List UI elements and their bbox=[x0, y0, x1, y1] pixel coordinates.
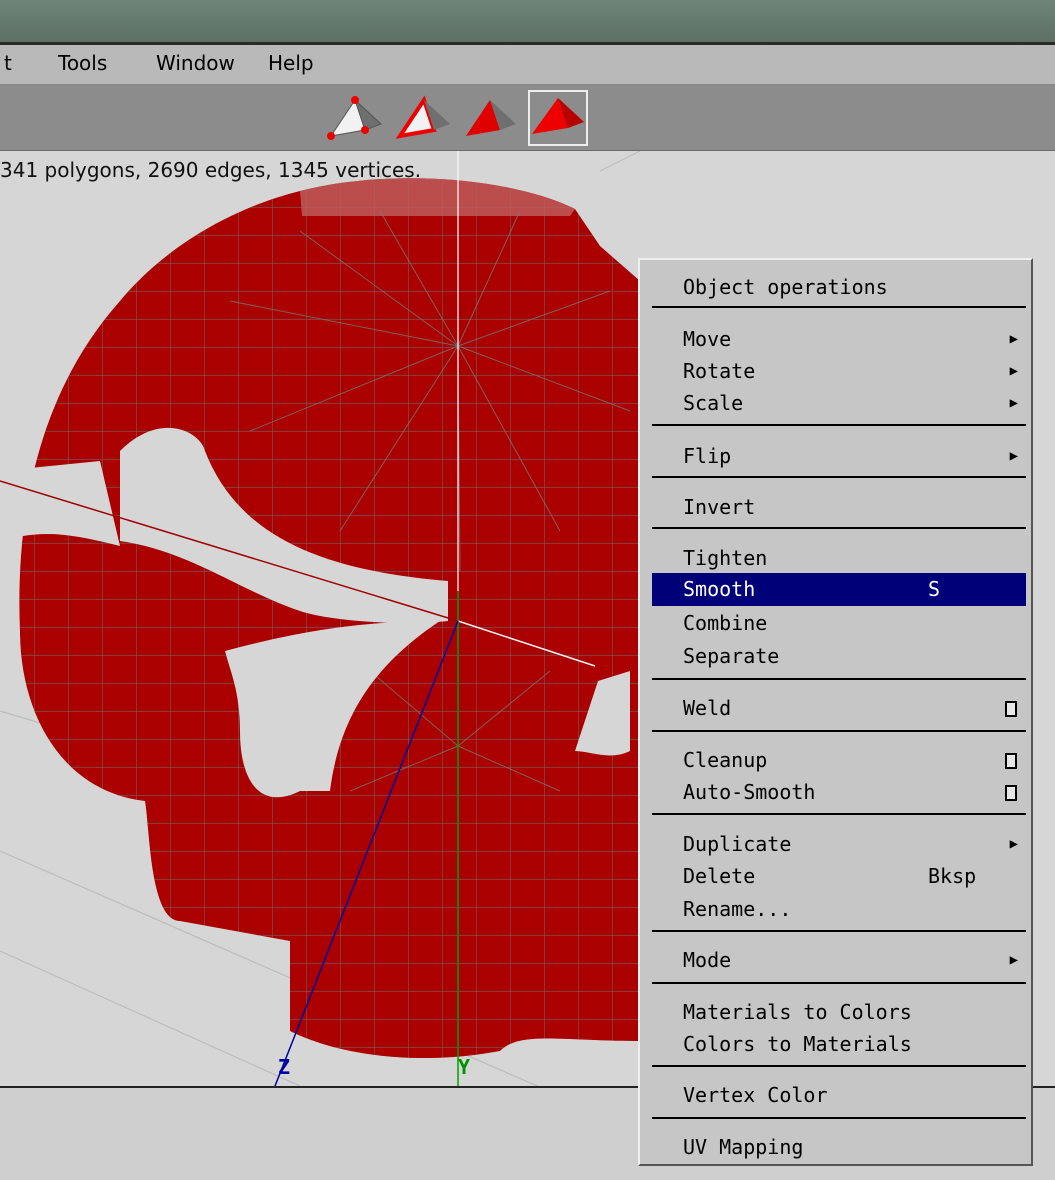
menu-item-smooth[interactable]: Smooth S bbox=[652, 573, 1026, 606]
outline-button[interactable] bbox=[395, 90, 456, 146]
option-box-icon[interactable] bbox=[1005, 785, 1017, 801]
mesh-statistics: 341 polygons, 2690 edges, 1345 vertices. bbox=[0, 158, 422, 182]
menu-separator bbox=[652, 476, 1026, 478]
smooth-shaded-icon bbox=[532, 98, 584, 134]
menu-item-label: Rename... bbox=[683, 897, 792, 921]
menu-item-label: Rotate bbox=[683, 359, 756, 383]
menu-tools[interactable]: Tools bbox=[58, 51, 107, 75]
menu-item-scale[interactable]: Scale ▶ bbox=[652, 388, 1026, 418]
menu-item-rename[interactable]: Rename... bbox=[652, 894, 1026, 924]
menu-bar: t Tools Window Help bbox=[0, 45, 1055, 86]
menu-item-invert[interactable]: Invert bbox=[652, 492, 1026, 522]
menu-item-label: Mode bbox=[683, 948, 732, 972]
menu-item-cleanup[interactable]: Cleanup bbox=[652, 745, 1026, 775]
menu-item-label: Scale bbox=[683, 391, 744, 415]
menu-item-label: Invert bbox=[683, 495, 756, 519]
menu-separator bbox=[652, 527, 1026, 529]
menu-item-colors-to-materials[interactable]: Colors to Materials bbox=[652, 1029, 1026, 1059]
menu-item-delete[interactable]: Delete Bksp bbox=[652, 861, 1026, 891]
wireframe-button[interactable] bbox=[325, 90, 385, 146]
menu-item-label: Colors to Materials bbox=[683, 1032, 912, 1056]
menu-help[interactable]: Help bbox=[268, 51, 314, 75]
menu-item-move[interactable]: Move ▶ bbox=[652, 324, 1026, 354]
toolbar bbox=[0, 86, 1055, 151]
menu-separator bbox=[652, 982, 1026, 984]
submenu-arrow-icon: ▶ bbox=[1009, 448, 1018, 464]
menu-item-label: Tighten bbox=[683, 546, 768, 570]
menu-item-label: Auto-Smooth bbox=[683, 780, 816, 804]
wireframe-icon bbox=[327, 96, 382, 140]
menu-item-label: Flip bbox=[683, 444, 732, 468]
menu-item-tighten[interactable]: Tighten bbox=[652, 543, 1026, 573]
menu-item-label: UV Mapping bbox=[683, 1135, 804, 1159]
z-axis-label: Z bbox=[278, 1055, 291, 1079]
menu-item-rotate[interactable]: Rotate ▶ bbox=[652, 356, 1026, 386]
object-operations-menu: Object operations Move ▶ Rotate ▶ Scale … bbox=[638, 258, 1033, 1166]
menu-separator bbox=[652, 306, 1026, 308]
submenu-arrow-icon: ▶ bbox=[1009, 952, 1018, 968]
menu-separator bbox=[652, 930, 1026, 932]
flat-shaded-button[interactable] bbox=[462, 90, 522, 146]
menu-item-label: Weld bbox=[683, 696, 732, 720]
y-axis-label: Y bbox=[458, 1055, 471, 1079]
menu-item-shortcut: Bksp bbox=[928, 864, 977, 888]
menu-item-label: Move bbox=[683, 327, 732, 351]
submenu-arrow-icon: ▶ bbox=[1009, 395, 1018, 411]
submenu-arrow-icon: ▶ bbox=[1009, 331, 1018, 347]
menu-item-auto-smooth[interactable]: Auto-Smooth bbox=[652, 777, 1026, 807]
menu-item-flip[interactable]: Flip ▶ bbox=[652, 441, 1026, 471]
title-bar bbox=[0, 0, 1055, 45]
smooth-shaded-button[interactable] bbox=[528, 90, 588, 146]
menu-item-materials-to-colors[interactable]: Materials to Colors bbox=[652, 997, 1026, 1027]
menu-separator bbox=[652, 424, 1026, 426]
menu-item-label: Cleanup bbox=[683, 748, 768, 772]
menu-item-vertex-color[interactable]: Vertex Color bbox=[652, 1080, 1026, 1110]
option-box-icon[interactable] bbox=[1005, 753, 1017, 769]
submenu-arrow-icon: ▶ bbox=[1009, 363, 1018, 379]
menu-item-shortcut: S bbox=[928, 577, 941, 601]
menu-item-label: Materials to Colors bbox=[683, 1000, 912, 1024]
menu-separator bbox=[652, 813, 1026, 815]
menu-separator bbox=[652, 730, 1026, 732]
menu-item-label: Combine bbox=[683, 611, 768, 635]
option-box-icon[interactable] bbox=[1005, 701, 1017, 717]
menu-separator bbox=[652, 1065, 1026, 1067]
menu-item-duplicate[interactable]: Duplicate ▶ bbox=[652, 829, 1026, 859]
menu-item-label: Separate bbox=[683, 644, 780, 668]
menu-item-separate[interactable]: Separate bbox=[652, 641, 1026, 671]
menu-title: Object operations bbox=[683, 275, 888, 299]
outline-icon bbox=[395, 95, 450, 139]
menu-edit-partial[interactable]: t bbox=[4, 51, 12, 75]
menu-item-label: Smooth bbox=[683, 577, 756, 601]
menu-item-label: Vertex Color bbox=[683, 1083, 828, 1107]
menu-separator bbox=[652, 678, 1026, 680]
menu-item-combine[interactable]: Combine bbox=[652, 608, 1026, 638]
menu-separator bbox=[652, 1117, 1026, 1119]
menu-item-weld[interactable]: Weld bbox=[652, 693, 1026, 723]
menu-item-label: Duplicate bbox=[683, 832, 792, 856]
menu-window[interactable]: Window bbox=[156, 51, 235, 75]
menu-item-uv-mapping[interactable]: UV Mapping bbox=[652, 1132, 1026, 1162]
flat-shaded-icon bbox=[466, 100, 516, 136]
menu-item-mode[interactable]: Mode ▶ bbox=[652, 945, 1026, 975]
submenu-arrow-icon: ▶ bbox=[1009, 836, 1018, 852]
menu-item-label: Delete bbox=[683, 864, 756, 888]
